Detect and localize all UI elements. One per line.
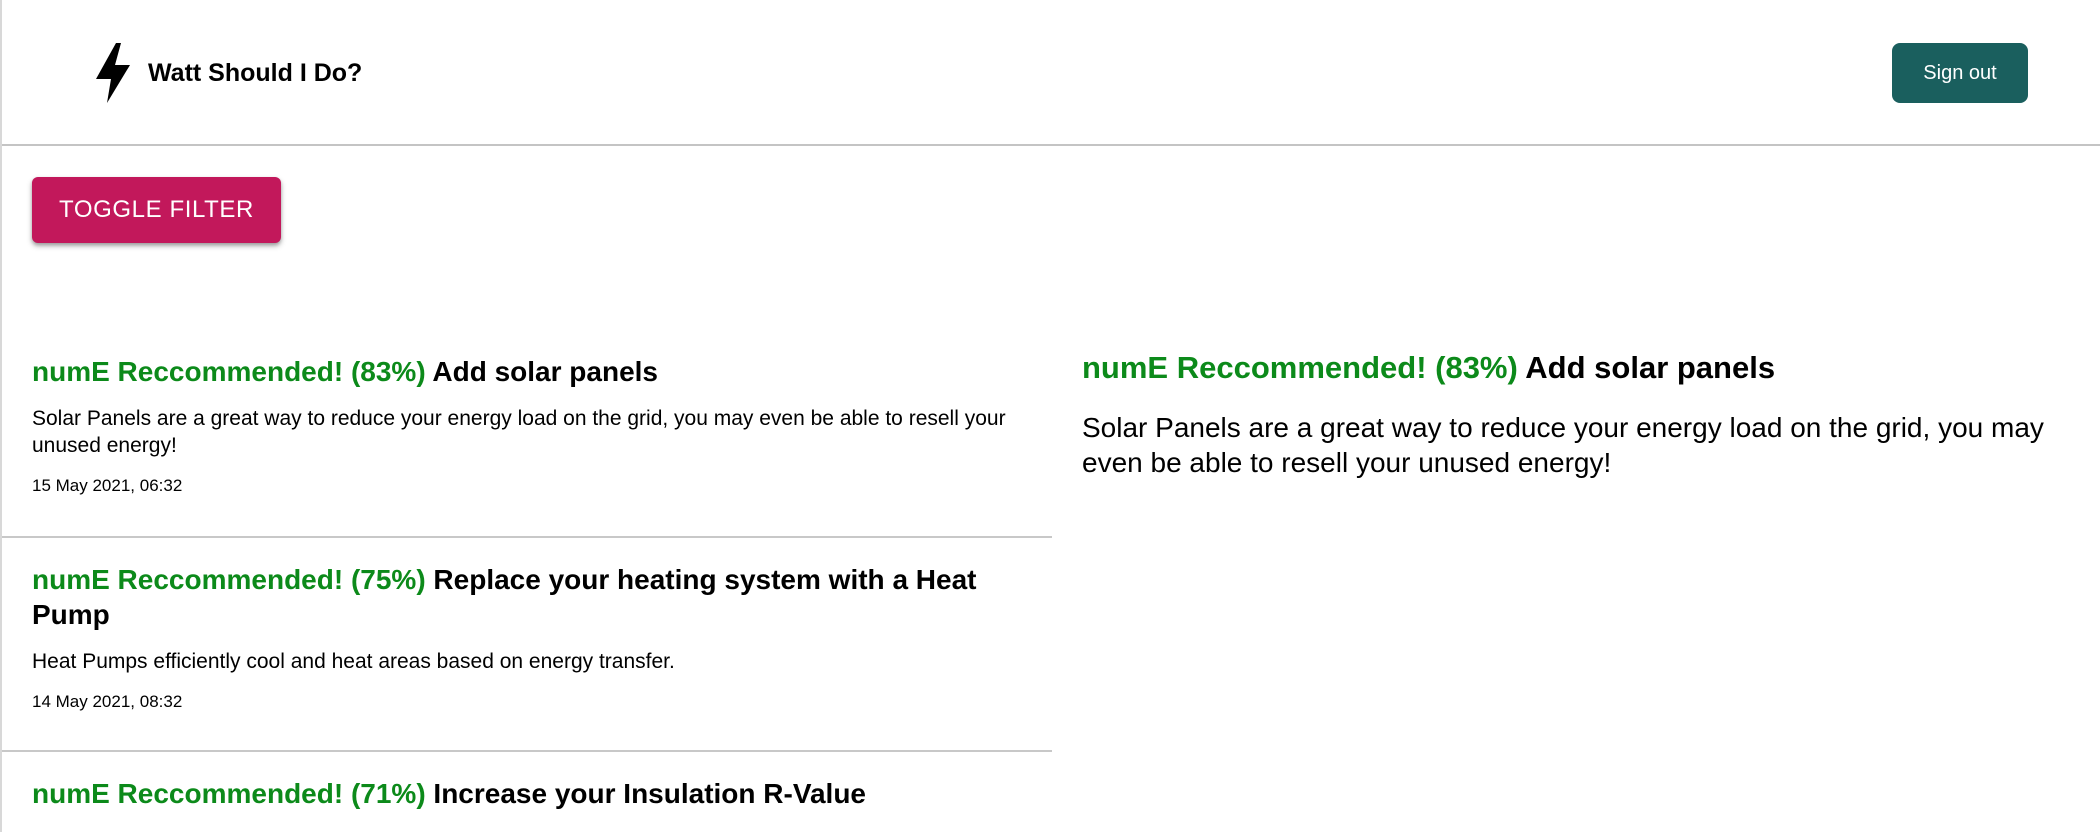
- detail-description: Solar Panels are a great way to reduce y…: [1082, 412, 2044, 478]
- item-title: Increase your Insulation R-Value: [433, 778, 866, 809]
- brand: Watt Should I Do?: [94, 43, 362, 103]
- item-title: Add solar panels: [432, 356, 659, 387]
- detail-heading: numE Reccommended! (83%) Add solar panel…: [1082, 348, 2072, 388]
- item-heading: numE Reccommended! (71%) Increase your I…: [32, 776, 1022, 811]
- item-date: 15 May 2021, 06:32: [32, 476, 183, 495]
- sign-out-button[interactable]: Sign out: [1892, 43, 2028, 103]
- toggle-filter-button[interactable]: TOGGLE FILTER: [32, 177, 281, 243]
- lightning-bolt-icon: [96, 43, 130, 103]
- app-root: Watt Should I Do? Sign out TOGGLE FILTER…: [0, 0, 2100, 832]
- recommended-badge: numE Reccommended! (71%): [32, 778, 426, 809]
- list-item[interactable]: numE Reccommended! (83%) Add solar panel…: [2, 330, 1052, 538]
- recommended-badge: numE Reccommended! (75%): [32, 564, 426, 595]
- recommended-badge: numE Reccommended! (83%): [32, 356, 426, 387]
- item-date: 14 May 2021, 08:32: [32, 692, 183, 711]
- recommended-badge: numE Reccommended! (83%): [1082, 350, 1518, 385]
- top-bar: Watt Should I Do? Sign out: [2, 0, 2100, 146]
- detail-title: Add solar panels: [1525, 350, 1776, 385]
- item-description: Solar Panels are a great way to reduce y…: [32, 407, 1006, 457]
- recommendation-detail: numE Reccommended! (83%) Add solar panel…: [1082, 348, 2072, 480]
- item-heading: numE Reccommended! (75%) Replace your he…: [32, 562, 1022, 632]
- item-description: Heat Pumps efficiently cool and heat are…: [32, 650, 675, 673]
- item-heading: numE Reccommended! (83%) Add solar panel…: [32, 354, 1022, 389]
- app-title: Watt Should I Do?: [148, 58, 363, 87]
- list-item[interactable]: numE Reccommended! (75%) Replace your he…: [2, 538, 1052, 752]
- recommendation-list: numE Reccommended! (83%) Add solar panel…: [2, 330, 1052, 832]
- list-item[interactable]: numE Reccommended! (71%) Increase your I…: [2, 752, 1052, 811]
